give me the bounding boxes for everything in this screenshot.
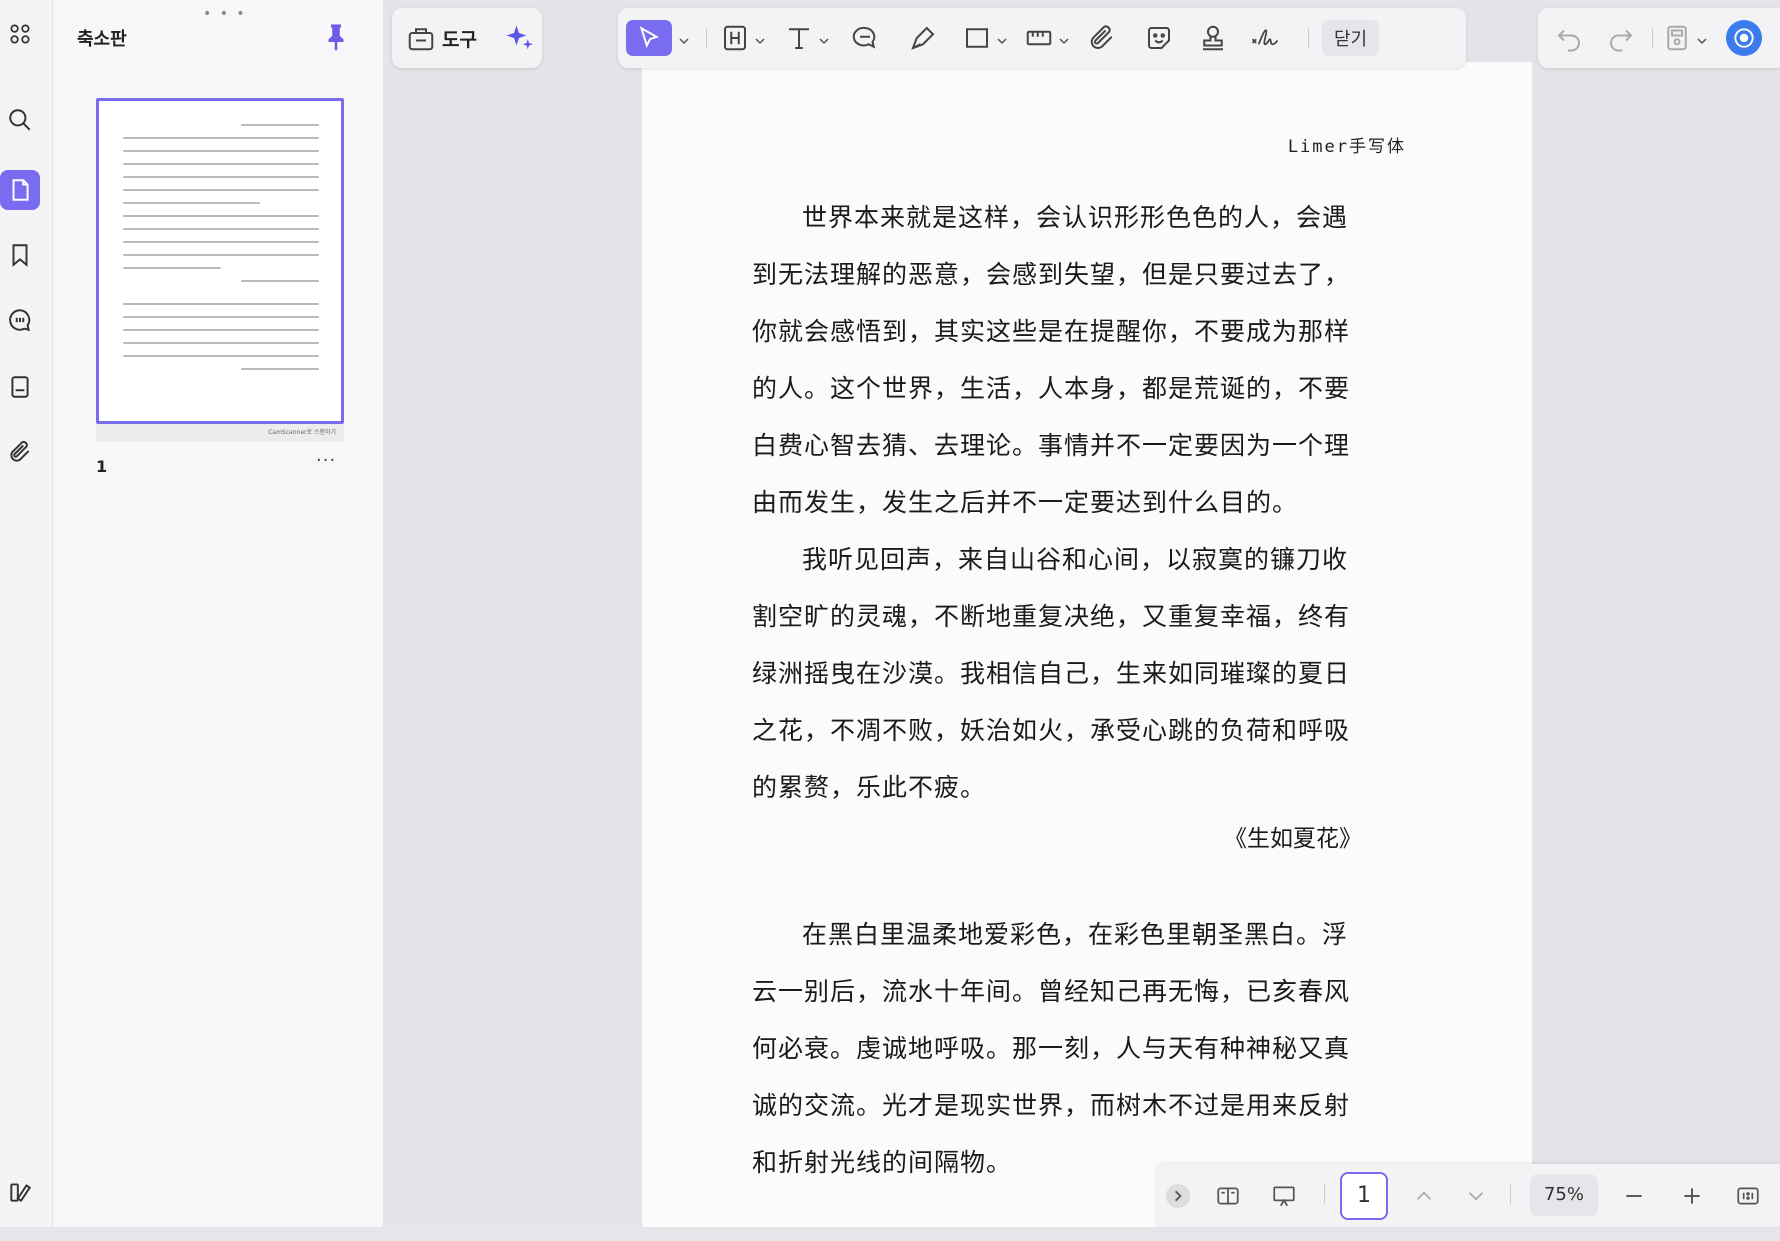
- ai-sparkle-icon[interactable]: [504, 20, 534, 56]
- page-number-input[interactable]: 1: [1340, 1172, 1388, 1220]
- document-page[interactable]: Limer手写体 世界本来就是这样，会认识形形色色的人，会遇到无法理解的恶意，会…: [642, 62, 1532, 1227]
- paragraph-2: 我听见回声，来自山谷和心间，以寂寞的镰刀收割空旷的灵魂，不断地重复决绝，又重复幸…: [752, 545, 1351, 802]
- zoom-out-icon[interactable]: [1620, 1182, 1648, 1210]
- text-icon[interactable]: [784, 20, 814, 56]
- bookmark-icon[interactable]: [0, 235, 40, 275]
- pin-icon[interactable]: [321, 20, 351, 54]
- chevron-down-icon[interactable]: [818, 32, 830, 45]
- chevron-down-icon[interactable]: [1696, 32, 1708, 45]
- assistant-icon[interactable]: [1726, 20, 1762, 56]
- signature-icon[interactable]: [1250, 20, 1280, 56]
- tools-label: 도구: [442, 28, 477, 51]
- rectangle-icon[interactable]: [962, 20, 992, 56]
- zoom-level[interactable]: 75%: [1530, 1174, 1598, 1216]
- page-icon[interactable]: [0, 170, 40, 210]
- search-icon[interactable]: [0, 100, 40, 140]
- layers-icon[interactable]: [0, 1172, 40, 1212]
- chevron-right-icon[interactable]: [1166, 1184, 1190, 1208]
- measure-icon[interactable]: [1024, 20, 1054, 56]
- pen-icon[interactable]: [908, 20, 938, 56]
- stamp-icon[interactable]: [1198, 20, 1228, 56]
- book-view-icon[interactable]: [1214, 1182, 1242, 1210]
- presentation-icon[interactable]: [1270, 1182, 1298, 1210]
- attachment-icon[interactable]: [0, 432, 40, 472]
- close-button[interactable]: 닫기: [1322, 20, 1380, 56]
- chevron-down-icon[interactable]: [1462, 1182, 1490, 1210]
- thumbnail-page-number: 1: [96, 457, 108, 476]
- redo-icon[interactable]: [1606, 20, 1636, 56]
- citation-1: 《生如夏花》: [1224, 826, 1362, 852]
- grid-icon[interactable]: [0, 14, 40, 54]
- annotation-toolbar: 닫기: [618, 8, 1466, 68]
- comment-icon[interactable]: [0, 300, 40, 340]
- document-viewer: Limer手写体 世界本来就是这样，会认识形形色色的人，会遇到无法理解的恶意，会…: [386, 0, 1780, 1227]
- undo-icon[interactable]: [1554, 20, 1584, 56]
- tools-button[interactable]: 도구: [406, 20, 477, 56]
- chevron-down-icon[interactable]: [996, 32, 1008, 45]
- history-group: [1538, 8, 1780, 68]
- sticker-icon[interactable]: [1144, 20, 1174, 56]
- actual-size-icon[interactable]: [1734, 1182, 1762, 1210]
- document-body: 世界本来就是这样，会认识形形色色的人，会遇到无法理解的恶意，会感到失望，但是只要…: [752, 189, 1362, 1241]
- page-thumbnail[interactable]: [96, 98, 344, 424]
- panel-title: 축소판: [77, 29, 127, 50]
- chevron-up-icon[interactable]: [1410, 1182, 1438, 1210]
- chevron-down-icon[interactable]: [1058, 32, 1070, 45]
- thumbnail-footer-text: CamScanner로 스캔하기: [268, 429, 336, 436]
- chevron-down-icon[interactable]: [754, 32, 766, 45]
- tools-group: 도구: [392, 8, 542, 68]
- more-options-button[interactable]: ···: [316, 450, 336, 471]
- left-rail: [0, 0, 53, 1227]
- save-icon[interactable]: [1662, 20, 1692, 56]
- thumbnail-panel: • • • 축소판 CamScanner로 스캔하기 1 ···: [53, 0, 384, 1227]
- paragraph-3: 在黑白里温柔地爱彩色，在彩色里朝圣黑白。浮云一别后，流水十年间。曾经知己再无悔，…: [752, 920, 1351, 1177]
- tools-icon: [406, 23, 436, 53]
- select-cursor-icon[interactable]: [626, 20, 672, 56]
- thumbnail-preview: [123, 113, 319, 370]
- zoom-in-icon[interactable]: [1678, 1182, 1706, 1210]
- paperclip-icon[interactable]: [1088, 20, 1118, 56]
- comment-bubble-icon[interactable]: [850, 20, 880, 56]
- highlight-h-icon[interactable]: [720, 20, 750, 56]
- document-header: Limer手写体: [1287, 137, 1406, 157]
- panel-drag-handle[interactable]: • • •: [203, 6, 247, 22]
- form-icon[interactable]: [0, 367, 40, 407]
- chevron-down-icon[interactable]: [678, 32, 690, 45]
- paragraph-1: 世界本来就是这样，会认识形形色色的人，会遇到无法理解的恶意，会感到失望，但是只要…: [752, 203, 1351, 517]
- thumbnail-footer: CamScanner로 스캔하기: [96, 424, 344, 442]
- page-navigation-bar: 1 75%: [1156, 1164, 1780, 1227]
